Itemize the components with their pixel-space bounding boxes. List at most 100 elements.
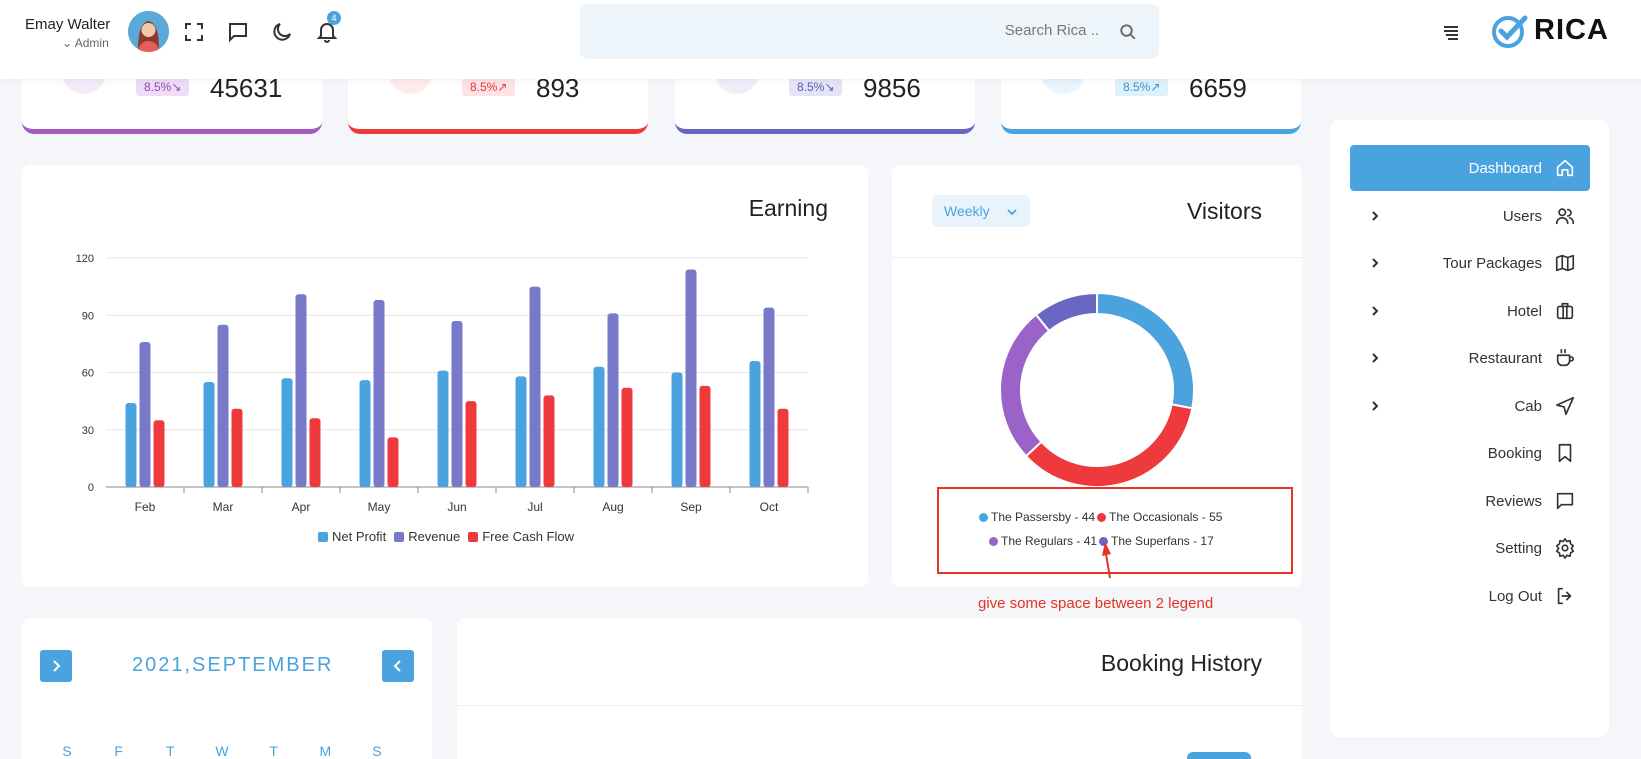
period-dropdown[interactable]: Weekly: [932, 195, 1030, 227]
legend-label: Free Cash Flow: [482, 529, 574, 544]
y-tick-label: 120: [76, 253, 94, 265]
sidebar-item-tour-packages[interactable]: Tour Packages: [1350, 240, 1590, 286]
bar-free-cash-flow: [777, 408, 789, 487]
trend-down-icon: ↘: [171, 80, 182, 94]
legend-item[interactable]: Revenue: [394, 529, 460, 544]
bookmark-icon: [1554, 442, 1576, 464]
top-header: Emay Walter ⌄ Admin 4 Search Rica .. RIC…: [0, 0, 1641, 79]
user-name[interactable]: Emay Walter: [25, 16, 110, 33]
legend-label: Revenue: [408, 529, 461, 544]
sidebar-item-label: Users: [1502, 207, 1542, 225]
bar-revenue: [217, 324, 229, 487]
sidebar-item-cab[interactable]: Cab: [1350, 383, 1590, 429]
donut-slice-the-passersby[interactable]: [1096, 291, 1195, 410]
bar-revenue: [763, 307, 775, 487]
map-icon: [1554, 252, 1576, 274]
calendar-month-title: 2021,SEPTEMBER: [132, 654, 334, 676]
x-tick-label: May: [368, 500, 391, 514]
legend-swatch: [318, 531, 328, 542]
booking-history-title: Booking History: [1100, 650, 1262, 676]
bar-free-cash-flow: [153, 420, 165, 487]
sidebar-item-label: Dashboard: [1468, 160, 1542, 177]
bar-net-profit: [125, 403, 137, 487]
sidebar-item-label: Log Out: [1488, 587, 1542, 605]
stat-change-badge: 8.5%↘: [136, 78, 190, 96]
chevron-right-icon: [1368, 351, 1382, 365]
bar-revenue: [685, 269, 697, 487]
sidebar-item-reviews[interactable]: Reviews: [1350, 478, 1590, 524]
earning-panel: Earning 0 30 60 90 120 Feb Mar Apr May Jun Jul Aug S…: [22, 165, 868, 587]
gear-icon: [1554, 537, 1576, 559]
trend-up-icon: ↗: [497, 80, 508, 94]
dark-mode-icon[interactable]: [270, 20, 294, 44]
x-tick-label: Apr: [292, 500, 311, 514]
stat-change-badge: 8.5%↗: [1115, 78, 1169, 96]
calendar-prev-button[interactable]: [382, 650, 414, 682]
sidebar-item-log-out[interactable]: Log Out: [1350, 573, 1590, 619]
legend-swatch: [394, 531, 405, 542]
sidebar-item-dashboard[interactable]: Dashboard: [1350, 145, 1590, 191]
user-role-label: Admin: [74, 36, 109, 50]
home-icon: [1554, 157, 1576, 179]
chevron-left-icon: [393, 660, 401, 672]
sidebar-item-label: Hotel: [1506, 302, 1542, 320]
x-tick-label: Feb: [135, 500, 156, 514]
sidebar-item-hotel[interactable]: Hotel: [1350, 288, 1590, 334]
fullscreen-icon[interactable]: [182, 20, 206, 44]
annotation-text: give some space between 2 legend: [978, 595, 1214, 612]
search-input[interactable]: Search Rica ..: [580, 4, 1159, 59]
search-placeholder: Search Rica ..: [1004, 22, 1099, 39]
sidebar-item-label: Reviews: [1485, 492, 1542, 510]
calendar-panel: 2021,SEPTEMBER S F T W T M S: [22, 618, 432, 759]
donut-slice-the-superfans[interactable]: [1034, 291, 1098, 333]
menu-toggle-icon[interactable]: [1439, 20, 1463, 44]
sidebar-item-label: Cab: [1514, 397, 1542, 415]
coffee-icon: [1554, 347, 1576, 369]
user-role[interactable]: ⌄ Admin: [62, 36, 109, 50]
earning-legend: Net Profit Revenue Free Cash Flow: [318, 529, 582, 545]
bar-free-cash-flow: [309, 418, 321, 487]
sidebar-item-booking[interactable]: Booking: [1350, 430, 1590, 476]
visitors-title: Visitors: [1187, 198, 1262, 224]
stat-change-value: 8.5%: [144, 80, 172, 94]
search-icon[interactable]: [1119, 23, 1137, 41]
chevron-right-icon: [53, 660, 61, 672]
x-tick-label: Jun: [447, 500, 466, 514]
chevron-down-icon: [1006, 206, 1018, 218]
sidebar-item-restaurant[interactable]: Restaurant: [1350, 335, 1590, 381]
briefcase-icon: [1554, 300, 1576, 322]
weekday-label: S: [372, 743, 382, 759]
x-tick-label: Aug: [602, 500, 623, 514]
bar-net-profit: [203, 382, 215, 487]
bar-revenue: [607, 313, 619, 487]
calendar-next-button[interactable]: [40, 650, 72, 682]
bar-net-profit: [671, 372, 683, 487]
y-tick-label: 30: [82, 425, 94, 437]
chevron-right-icon: [1368, 256, 1382, 270]
y-tick-label: 0: [88, 482, 94, 494]
donut-slice-the-occasionals[interactable]: [1024, 403, 1194, 488]
bar-free-cash-flow: [621, 387, 633, 487]
avatar[interactable]: [128, 11, 169, 52]
weekday-label: M: [319, 743, 332, 759]
chat-icon[interactable]: [226, 20, 250, 44]
bar-free-cash-flow: [465, 401, 477, 487]
logo-check-icon: [1490, 12, 1528, 50]
bar-free-cash-flow: [387, 437, 399, 487]
bar-net-profit: [437, 370, 449, 487]
weekday-label: T: [166, 743, 175, 759]
sidebar: Dashboard Users Tour Packages Hotel Restaura…: [1330, 120, 1609, 737]
trend-down-icon: ↘: [824, 80, 835, 94]
donut-slice-the-regulars[interactable]: [999, 313, 1051, 458]
sidebar-item-label: Setting: [1495, 540, 1542, 557]
booking-history-panel: Booking History: [457, 618, 1302, 759]
legend-item[interactable]: Net Profit: [318, 529, 386, 544]
bar-net-profit: [749, 361, 761, 487]
bar-revenue: [373, 299, 385, 487]
period-label: Weekly: [944, 203, 990, 219]
legend-item[interactable]: Free Cash Flow: [468, 529, 574, 544]
sidebar-item-setting[interactable]: Setting: [1350, 525, 1590, 571]
users-icon: [1554, 205, 1576, 227]
sidebar-item-users[interactable]: Users: [1350, 193, 1590, 239]
chevron-right-icon: [1368, 304, 1382, 318]
